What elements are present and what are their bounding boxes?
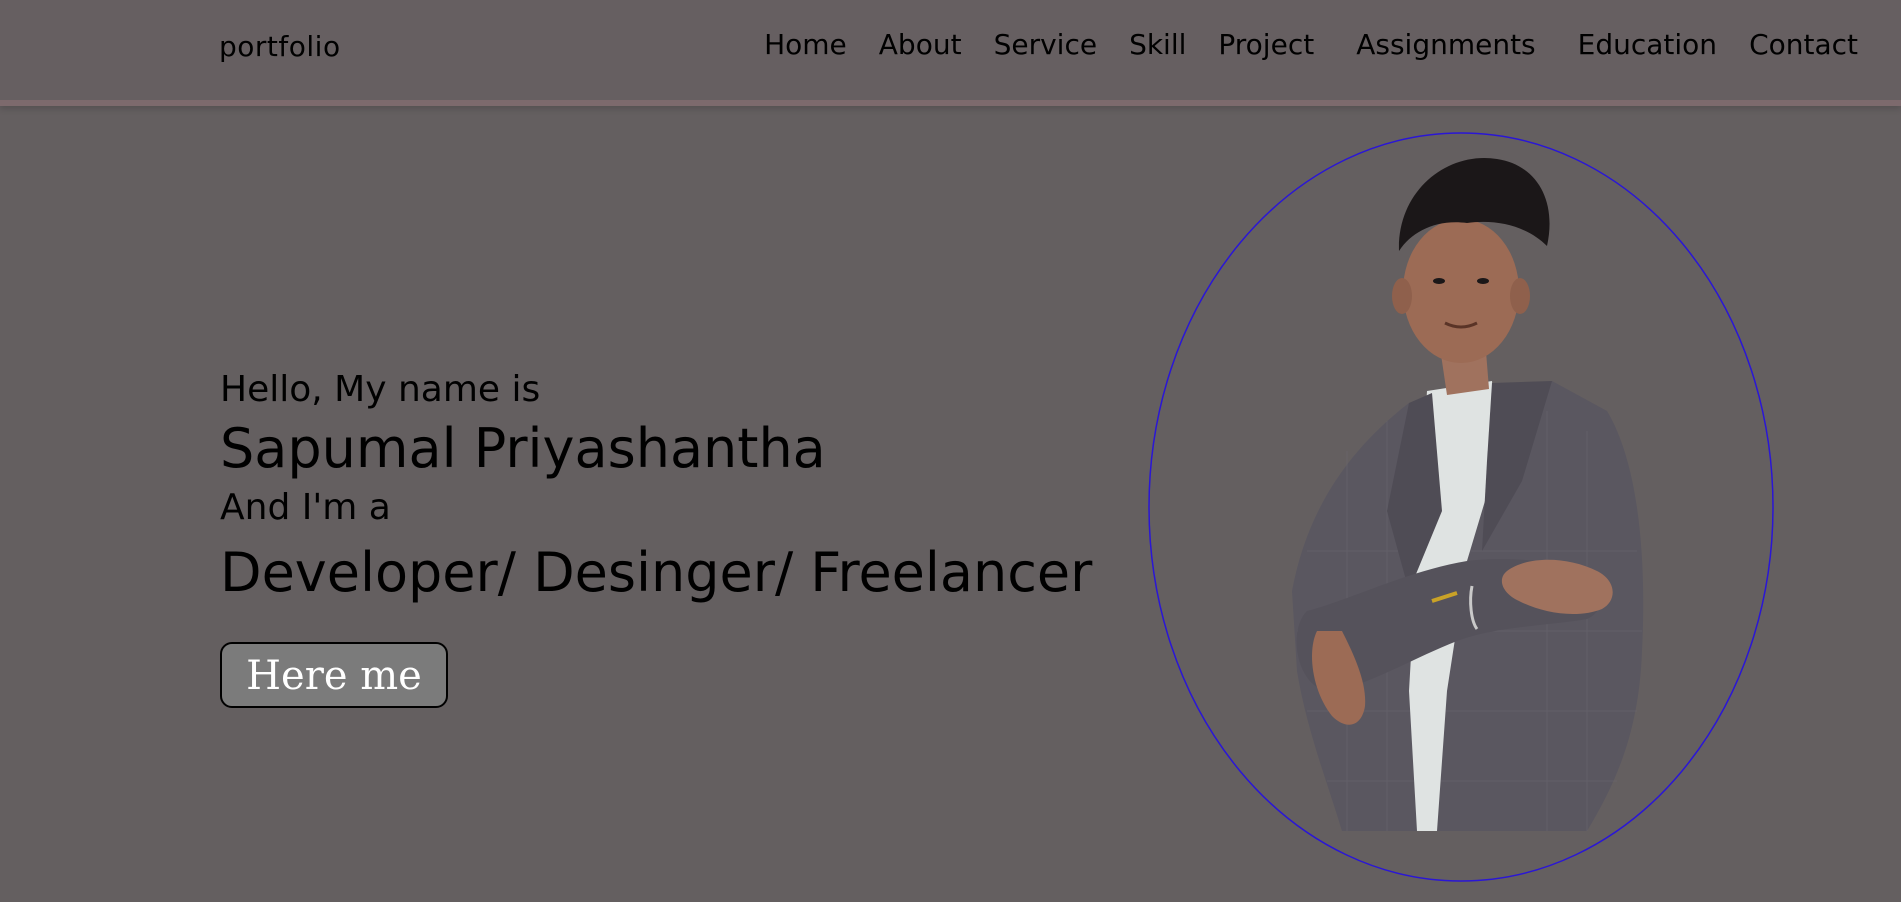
nav-service[interactable]: Service	[994, 28, 1097, 61]
nav-education[interactable]: Education	[1578, 28, 1717, 61]
profile-photo-icon	[1148, 132, 1774, 882]
hero-greeting: Hello, My name is	[220, 369, 541, 410]
portfolio-page: portfolio Home About Service Skill Proje…	[0, 0, 1901, 902]
site-header: portfolio Home About Service Skill Proje…	[0, 0, 1901, 106]
hero-roles: Developer/ Desinger/ Freelancer	[220, 541, 1093, 604]
nav-about[interactable]: About	[879, 28, 962, 61]
hero-role-intro: And I'm a	[220, 487, 391, 528]
nav-assignments[interactable]: Assignments	[1356, 28, 1535, 61]
hero-name: Sapumal Priyashantha	[220, 417, 826, 480]
brand-logo-text[interactable]: portfolio	[219, 30, 341, 63]
profile-photo-frame	[1147, 131, 1775, 883]
nav-home[interactable]: Home	[764, 28, 847, 61]
hero-text: Hello, My name is Sapumal Priyashantha A…	[220, 364, 1092, 708]
nav-project[interactable]: Project	[1218, 28, 1314, 61]
nav-contact[interactable]: Contact	[1749, 28, 1858, 61]
nav-skill[interactable]: Skill	[1129, 28, 1186, 61]
main-nav: Home About Service Skill Project Assignm…	[764, 28, 1858, 61]
here-me-button[interactable]: Here me	[220, 642, 448, 708]
